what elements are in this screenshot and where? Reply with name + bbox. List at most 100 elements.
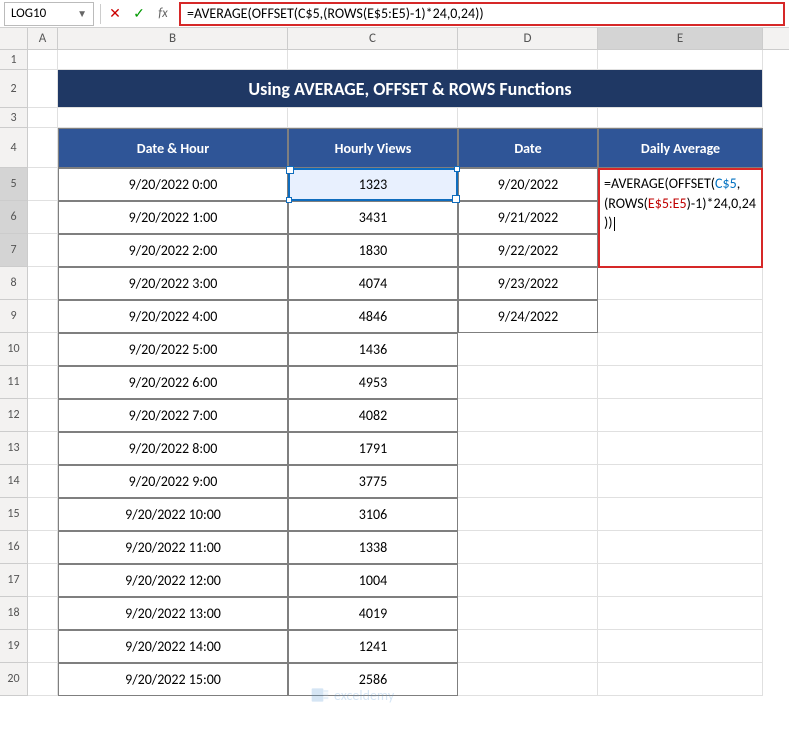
row-header-16[interactable]: 16 — [0, 531, 28, 564]
header-hourly-views[interactable]: Hourly Views — [288, 128, 458, 168]
row-header-20[interactable]: 20 — [0, 663, 28, 696]
cell-B18[interactable]: 9/20/2022 13:00 — [58, 597, 288, 630]
cell-D7[interactable]: 9/22/2022 — [458, 234, 598, 267]
cell-D13[interactable] — [458, 432, 598, 465]
cell-B15[interactable]: 9/20/2022 10:00 — [58, 498, 288, 531]
select-all-corner[interactable] — [0, 28, 28, 49]
cell-A18[interactable] — [28, 597, 58, 630]
column-header-A[interactable]: A — [28, 28, 58, 49]
cell-C7[interactable]: 1830 — [288, 234, 458, 267]
title-cell[interactable]: Using AVERAGE, OFFSET & ROWS Functions — [58, 70, 763, 108]
chevron-down-icon[interactable]: ▼ — [77, 7, 87, 20]
cell-D6[interactable]: 9/21/2022 — [458, 201, 598, 234]
cell-C8[interactable]: 4074 — [288, 267, 458, 300]
cell-B19[interactable]: 9/20/2022 14:00 — [58, 630, 288, 663]
cell-E17[interactable] — [598, 564, 763, 597]
row-header-15[interactable]: 15 — [0, 498, 28, 531]
cell-B16[interactable]: 9/20/2022 11:00 — [58, 531, 288, 564]
row-header-10[interactable]: 10 — [0, 333, 28, 366]
cell-E11[interactable] — [598, 366, 763, 399]
header-daily-average[interactable]: Daily Average — [598, 128, 763, 168]
row-header-18[interactable]: 18 — [0, 597, 28, 630]
cell-B10[interactable]: 9/20/2022 5:00 — [58, 333, 288, 366]
cell-A11[interactable] — [28, 366, 58, 399]
cell-B6[interactable]: 9/20/2022 1:00 — [58, 201, 288, 234]
row-header-5[interactable]: 5 — [0, 168, 28, 201]
cell-C16[interactable]: 1338 — [288, 531, 458, 564]
cell-A20[interactable] — [28, 663, 58, 696]
cell-C13[interactable]: 1791 — [288, 432, 458, 465]
name-box[interactable]: LOG10 ▼ — [4, 2, 94, 26]
column-header-D[interactable]: D — [458, 28, 598, 49]
cell-E8[interactable] — [598, 267, 763, 300]
cell-C11[interactable]: 4953 — [288, 366, 458, 399]
cell-E13[interactable] — [598, 432, 763, 465]
cell-D14[interactable] — [458, 465, 598, 498]
cell-D1[interactable] — [458, 50, 598, 70]
cell-D3[interactable] — [458, 108, 598, 128]
cell-C6[interactable]: 3431 — [288, 201, 458, 234]
column-header-C[interactable]: C — [288, 28, 458, 49]
cell-C18[interactable]: 4019 — [288, 597, 458, 630]
row-header-2[interactable]: 2 — [0, 70, 28, 108]
row-header-11[interactable]: 11 — [0, 366, 28, 399]
row-header-19[interactable]: 19 — [0, 630, 28, 663]
cell-D19[interactable] — [458, 630, 598, 663]
row-header-1[interactable]: 1 — [0, 50, 28, 70]
cell-C17[interactable]: 1004 — [288, 564, 458, 597]
cell-D11[interactable] — [458, 366, 598, 399]
row-header-14[interactable]: 14 — [0, 465, 28, 498]
cell-E3[interactable] — [598, 108, 763, 128]
cell-B17[interactable]: 9/20/2022 12:00 — [58, 564, 288, 597]
cell-B14[interactable]: 9/20/2022 9:00 — [58, 465, 288, 498]
formula-input[interactable]: =AVERAGE(OFFSET(C$5,(ROWS(E$5:E5)-1)*24,… — [179, 2, 785, 26]
row-header-7[interactable]: 7 — [0, 234, 28, 267]
cell-E1[interactable] — [598, 50, 763, 70]
cell-C12[interactable]: 4082 — [288, 399, 458, 432]
cell-C5[interactable]: 1323 — [288, 168, 458, 201]
cell-B12[interactable]: 9/20/2022 7:00 — [58, 399, 288, 432]
cell-C9[interactable]: 4846 — [288, 300, 458, 333]
cell-D16[interactable] — [458, 531, 598, 564]
row-header-3[interactable]: 3 — [0, 108, 28, 128]
row-header-12[interactable]: 12 — [0, 399, 28, 432]
cell-E16[interactable] — [598, 531, 763, 564]
cell-A9[interactable] — [28, 300, 58, 333]
cell-A7[interactable] — [28, 234, 58, 267]
cell-A16[interactable] — [28, 531, 58, 564]
cell-D12[interactable] — [458, 399, 598, 432]
cell-C19[interactable]: 1241 — [288, 630, 458, 663]
cell-C15[interactable]: 3106 — [288, 498, 458, 531]
cell-E19[interactable] — [598, 630, 763, 663]
column-header-E[interactable]: E — [598, 28, 763, 49]
cell-A8[interactable] — [28, 267, 58, 300]
cell-A13[interactable] — [28, 432, 58, 465]
cell-D10[interactable] — [458, 333, 598, 366]
accept-formula-button[interactable]: ✓ — [127, 2, 151, 26]
cell-E9[interactable] — [598, 300, 763, 333]
fx-icon[interactable]: fx — [151, 2, 175, 26]
row-header-9[interactable]: 9 — [0, 300, 28, 333]
cell-A4[interactable] — [28, 128, 58, 168]
cell-E10[interactable] — [598, 333, 763, 366]
row-header-13[interactable]: 13 — [0, 432, 28, 465]
cell-B11[interactable]: 9/20/2022 6:00 — [58, 366, 288, 399]
cell-C10[interactable]: 1436 — [288, 333, 458, 366]
cell-E20[interactable] — [598, 663, 763, 696]
column-header-B[interactable]: B — [58, 28, 288, 49]
cell-C14[interactable]: 3775 — [288, 465, 458, 498]
cell-A10[interactable] — [28, 333, 58, 366]
cell-A3[interactable] — [28, 108, 58, 128]
cell-B7[interactable]: 9/20/2022 2:00 — [58, 234, 288, 267]
cell-E18[interactable] — [598, 597, 763, 630]
header-date-hour[interactable]: Date & Hour — [58, 128, 288, 168]
row-header-6[interactable]: 6 — [0, 201, 28, 234]
cell-D9[interactable]: 9/24/2022 — [458, 300, 598, 333]
cell-D15[interactable] — [458, 498, 598, 531]
cell-A15[interactable] — [28, 498, 58, 531]
row-header-17[interactable]: 17 — [0, 564, 28, 597]
cell-B5[interactable]: 9/20/2022 0:00 — [58, 168, 288, 201]
cell-D18[interactable] — [458, 597, 598, 630]
cell-D20[interactable] — [458, 663, 598, 696]
cell-A19[interactable] — [28, 630, 58, 663]
